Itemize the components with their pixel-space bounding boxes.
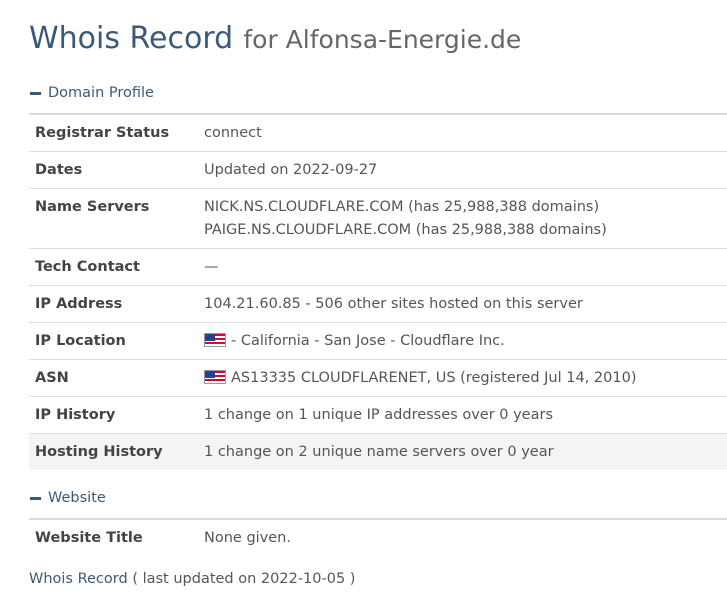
table-row: ASN AS13335 CLOUDFLARENET, US (registere… (29, 359, 727, 397)
row-label: Dates (29, 151, 198, 189)
page-title-main: Whois Record (29, 21, 234, 56)
ip-address-link[interactable]: 104.21.60.85 - 506 other sites hosted on… (198, 285, 727, 323)
name-server-1[interactable]: NICK.NS.CLOUDFLARE.COM (has 25,988,388 d… (204, 196, 721, 219)
table-row: Registrar Status connect (29, 113, 727, 152)
footer-last-updated: ( last updated on 2022-10-05 ) (132, 571, 356, 587)
collapse-icon[interactable] (30, 496, 41, 500)
collapse-icon[interactable] (30, 91, 41, 95)
page-title: Whois Record for Alfonsa-Energie.de (29, 14, 727, 62)
whois-record-footer: Whois Record ( last updated on 2022-10-0… (29, 571, 727, 587)
row-value: — (198, 248, 727, 286)
table-row: Tech Contact — (29, 248, 727, 286)
footer-title: Whois Record (29, 571, 128, 587)
asn-text: AS13335 CLOUDFLARENET, US (registered Ju… (231, 370, 637, 386)
table-row: Dates Updated on 2022-09-27 (29, 151, 727, 189)
website-header-label: Website (48, 490, 106, 506)
row-value: AS13335 CLOUDFLARENET, US (registered Ju… (198, 359, 727, 397)
row-label: Website Title (29, 518, 198, 556)
row-label: Registrar Status (29, 113, 198, 152)
row-value: connect (198, 113, 727, 152)
row-value: Updated on 2022-09-27 (198, 151, 727, 189)
row-label: ASN (29, 359, 198, 397)
website-header[interactable]: Website (30, 486, 727, 510)
table-row: IP History 1 change on 1 unique IP addre… (29, 396, 727, 434)
page-title-domain: for Alfonsa-Energie.de (243, 25, 522, 54)
hosting-history-link[interactable]: 1 change on 2 unique name servers over 0… (198, 433, 727, 470)
us-flag-icon (204, 370, 226, 384)
whois-page: Whois Record for Alfonsa-Energie.de Doma… (0, 0, 727, 587)
row-value: None given. (198, 518, 727, 556)
row-label: Name Servers (29, 188, 198, 249)
table-row: IP Location - California - San Jose - Cl… (29, 322, 727, 360)
row-label: Hosting History (29, 433, 198, 470)
table-row: IP Address 104.21.60.85 - 506 other site… (29, 285, 727, 323)
us-flag-icon (204, 333, 226, 347)
table-row: Hosting History 1 change on 2 unique nam… (29, 433, 727, 470)
row-value: - California - San Jose - Cloudflare Inc… (198, 322, 727, 360)
row-label: IP Location (29, 322, 198, 360)
table-row: Name Servers NICK.NS.CLOUDFLARE.COM (has… (29, 188, 727, 249)
domain-profile-header[interactable]: Domain Profile (30, 81, 727, 105)
ip-history-link[interactable]: 1 change on 1 unique IP addresses over 0… (198, 396, 727, 434)
row-value: NICK.NS.CLOUDFLARE.COM (has 25,988,388 d… (198, 188, 727, 249)
name-server-2[interactable]: PAIGE.NS.CLOUDFLARE.COM (has 25,988,388 … (204, 219, 721, 242)
website-table: Website Title None given. (29, 518, 727, 556)
row-label: IP Address (29, 285, 198, 323)
domain-profile-table: Registrar Status connect Dates Updated o… (29, 113, 727, 470)
row-label: IP History (29, 396, 198, 434)
row-label: Tech Contact (29, 248, 198, 286)
ip-location-text: - California - San Jose - Cloudflare Inc… (231, 333, 505, 349)
table-row: Website Title None given. (29, 518, 727, 556)
domain-profile-header-label: Domain Profile (48, 85, 154, 101)
